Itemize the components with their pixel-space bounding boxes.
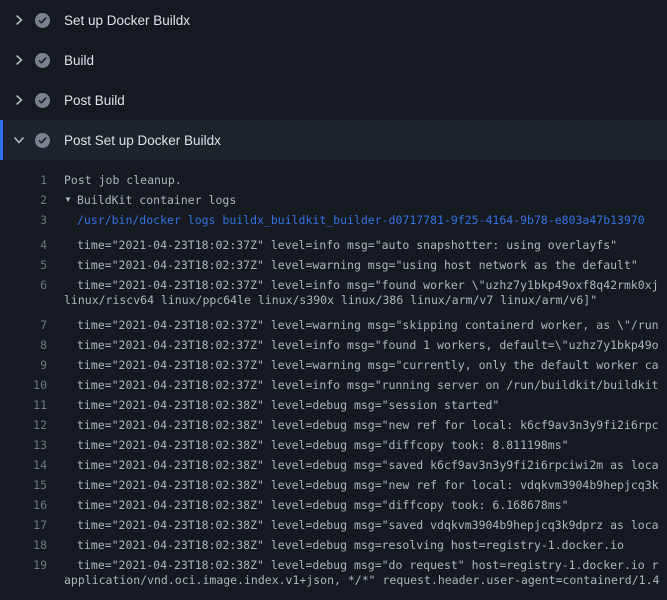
step-row-3[interactable]: Post Set up Docker Buildx	[0, 120, 667, 160]
log-line-number[interactable]: 7	[0, 318, 47, 332]
log-line-text: time="2021-04-23T18:02:38Z" level=debug …	[64, 498, 667, 512]
log-line-text: BuildKit container logs	[77, 193, 667, 207]
log-line: 11 time="2021-04-23T18:02:38Z" level=deb…	[0, 390, 667, 410]
log-line: application/vnd.oci.image.index.v1+json,…	[0, 570, 667, 590]
log-line: 4 time="2021-04-23T18:02:37Z" level=info…	[0, 230, 667, 250]
log-line-text: time="2021-04-23T18:02:37Z" level=info m…	[64, 338, 667, 352]
log-line-text: time="2021-04-23T18:02:37Z" level=info m…	[64, 238, 667, 252]
log-line: 13 time="2021-04-23T18:02:38Z" level=deb…	[0, 430, 667, 450]
log-line: 9 time="2021-04-23T18:02:37Z" level=warn…	[0, 350, 667, 370]
log-line: 5 time="2021-04-23T18:02:37Z" level=warn…	[0, 250, 667, 270]
log-line-text: time="2021-04-23T18:02:37Z" level=warnin…	[64, 318, 667, 332]
log-line-number[interactable]: 2	[0, 193, 47, 207]
log-line: 20 time="2021-04-23T18:02:38Z" level=deb…	[0, 590, 667, 600]
check-circle-icon	[35, 53, 50, 68]
log-line-number[interactable]: 18	[0, 538, 47, 552]
log-line-number[interactable]: 10	[0, 378, 47, 392]
log-line-number[interactable]: 1	[0, 173, 47, 187]
log-line-number[interactable]: 14	[0, 458, 47, 472]
log-line-text: time="2021-04-23T18:02:37Z" level=warnin…	[64, 358, 667, 372]
log-line-number[interactable]: 19	[0, 558, 47, 572]
step-label: Build	[64, 53, 94, 68]
log-line-text: time="2021-04-23T18:02:38Z" level=debug …	[64, 398, 667, 412]
log-line: 8 time="2021-04-23T18:02:37Z" level=info…	[0, 330, 667, 350]
log-line-number[interactable]: 6	[0, 278, 47, 292]
log-line-text: time="2021-04-23T18:02:38Z" level=debug …	[64, 558, 667, 572]
log-line-number[interactable]: 15	[0, 478, 47, 492]
log-line-text: application/vnd.oci.image.index.v1+json,…	[64, 573, 667, 587]
step-label: Set up Docker Buildx	[64, 13, 190, 28]
step-row-2[interactable]: Post Build	[0, 80, 667, 120]
log-line-number[interactable]: 12	[0, 418, 47, 432]
log-line-text: Post job cleanup.	[64, 173, 667, 187]
log-line: 15 time="2021-04-23T18:02:38Z" level=deb…	[0, 470, 667, 490]
log-line-text: time="2021-04-23T18:02:38Z" level=debug …	[64, 418, 667, 432]
workflow-log-viewer: Set up Docker Buildx Build	[0, 0, 667, 600]
log-line-text: time="2021-04-23T18:02:38Z" level=debug …	[64, 518, 667, 532]
log-line-text: time="2021-04-23T18:02:38Z" level=debug …	[64, 458, 667, 472]
log-line-number[interactable]: 13	[0, 438, 47, 452]
log-line: 10 time="2021-04-23T18:02:37Z" level=inf…	[0, 370, 667, 390]
log-line: 6 time="2021-04-23T18:02:37Z" level=info…	[0, 270, 667, 290]
log-line-text: time="2021-04-23T18:02:37Z" level=info m…	[64, 378, 667, 392]
log-line-number[interactable]: 16	[0, 498, 47, 512]
log-line-text: /usr/bin/docker logs buildx_buildkit_bui…	[64, 213, 667, 227]
log-line: 16 time="2021-04-23T18:02:38Z" level=deb…	[0, 490, 667, 510]
log-line-number[interactable]: 8	[0, 338, 47, 352]
check-circle-icon	[35, 133, 50, 148]
chevron-icon[interactable]	[13, 14, 25, 26]
chevron-icon[interactable]	[13, 54, 25, 66]
log-line-text: linux/riscv64 linux/ppc64le linux/s390x …	[64, 293, 667, 307]
log-line: 19 time="2021-04-23T18:02:38Z" level=deb…	[0, 550, 667, 570]
log-line: 14 time="2021-04-23T18:02:38Z" level=deb…	[0, 450, 667, 470]
log-line-number[interactable]: 17	[0, 518, 47, 532]
active-step-accent-bar	[0, 120, 3, 160]
log-line: 12 time="2021-04-23T18:02:38Z" level=deb…	[0, 410, 667, 430]
log-line-number[interactable]: 4	[0, 238, 47, 252]
log-panel: 1 Post job cleanup. 2 ▼ BuildKit contain…	[0, 160, 667, 600]
chevron-icon[interactable]	[13, 94, 25, 106]
chevron-icon[interactable]	[13, 134, 25, 146]
log-line-number[interactable]: 5	[0, 258, 47, 272]
log-line-number[interactable]: 3	[0, 213, 47, 227]
log-line: 7 time="2021-04-23T18:02:37Z" level=warn…	[0, 310, 667, 330]
check-circle-icon	[35, 93, 50, 108]
step-label: Post Build	[64, 93, 125, 108]
steps-list: Set up Docker Buildx Build	[0, 0, 667, 160]
log-line: 17 time="2021-04-23T18:02:38Z" level=deb…	[0, 510, 667, 530]
step-row-1[interactable]: Build	[0, 40, 667, 80]
log-line-text: time="2021-04-23T18:02:38Z" level=debug …	[64, 478, 667, 492]
log-line-text: time="2021-04-23T18:02:38Z" level=debug …	[64, 438, 667, 452]
log-line-text: time="2021-04-23T18:02:37Z" level=info m…	[64, 278, 667, 292]
log-line-text: time="2021-04-23T18:02:37Z" level=warnin…	[64, 258, 667, 272]
step-row-0[interactable]: Set up Docker Buildx	[0, 0, 667, 40]
log-line: 18 time="2021-04-23T18:02:38Z" level=deb…	[0, 530, 667, 550]
log-line-number[interactable]: 11	[0, 398, 47, 412]
log-line: linux/riscv64 linux/ppc64le linux/s390x …	[0, 290, 667, 310]
log-line: 3 /usr/bin/docker logs buildx_buildkit_b…	[0, 210, 667, 230]
step-label: Post Set up Docker Buildx	[64, 133, 221, 148]
group-toggle-icon[interactable]: ▼	[64, 196, 77, 204]
log-line-number[interactable]: 9	[0, 358, 47, 372]
log-line: 1 Post job cleanup.	[0, 170, 667, 190]
log-line: 2 ▼ BuildKit container logs	[0, 190, 667, 210]
log-line-text: time="2021-04-23T18:02:38Z" level=debug …	[64, 538, 667, 552]
check-circle-icon	[35, 13, 50, 28]
